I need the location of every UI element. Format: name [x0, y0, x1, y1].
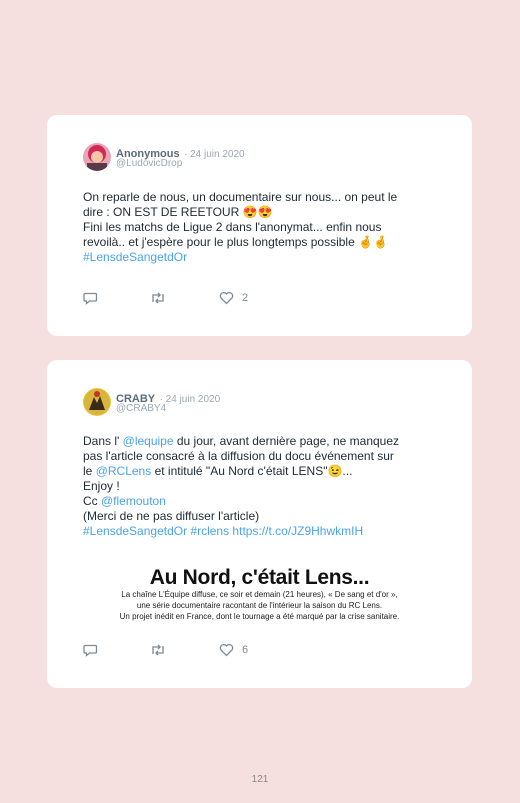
- avatar-image-icon: [83, 143, 111, 171]
- author-handle[interactable]: @LudovicDrop: [116, 158, 182, 169]
- hashtag-link[interactable]: #LensdeSangetdOr: [83, 250, 443, 265]
- reply-button[interactable]: [83, 291, 98, 305]
- tweet-text: Dans l' @lequipe du jour, avant dernière…: [83, 434, 443, 539]
- tweet-line: Dans l' @lequipe du jour, avant dernière…: [83, 434, 443, 449]
- tweet-text-segment: ...: [342, 464, 353, 478]
- tweet-date[interactable]: · 24 juin 2020: [160, 394, 221, 405]
- reply-icon: [83, 292, 98, 305]
- crossed-fingers-emoji-icon: 🤞🤞: [358, 235, 389, 249]
- tweet-line: Enjoy !: [83, 479, 120, 493]
- retweet-icon: [152, 292, 164, 304]
- tweet-text-segment: le: [83, 464, 96, 478]
- hashtags-and-url-link[interactable]: #LensdeSangetdOr #rclens https://t.co/JZ…: [83, 524, 443, 539]
- tweet-card: CRABY · 24 juin 2020 @CRABY4 Dans l' @le…: [47, 360, 472, 688]
- promo-line: une série documentaire racontant de l'in…: [136, 601, 383, 610]
- tweet-line: dire : ON EST DE REETOUR 😍😍: [83, 205, 443, 220]
- tweet-line: (Merci de ne pas diffuser l'article): [83, 509, 260, 523]
- tweet-actions: 6: [83, 643, 333, 661]
- promo-line: Un projet inédit en France, dont le tour…: [119, 612, 400, 621]
- tweet-line-text: dire : ON EST DE REETOUR: [83, 205, 240, 219]
- heart-icon: [219, 643, 234, 657]
- avatar[interactable]: [83, 143, 111, 171]
- page-number: 121: [251, 774, 269, 785]
- tweet-text-segment: du jour, avant dernière page, ne manquez: [173, 434, 400, 448]
- winking-emoji-icon: 😉: [327, 464, 343, 478]
- like-button[interactable]: 6: [219, 643, 248, 657]
- tweet-card: Anonymous · 24 juin 2020 @LudovicDrop On…: [47, 115, 472, 336]
- heart-eyes-emoji-icon: 😍😍: [242, 205, 273, 219]
- like-count: 6: [242, 644, 249, 656]
- retweet-button[interactable]: [150, 291, 166, 305]
- tweet-line-text: revoilà.. et j'espère pour le plus longt…: [83, 235, 355, 249]
- tweet-date[interactable]: · 24 juin 2020: [184, 149, 245, 160]
- tweet-line: pas l'article consacré à la diffusion du…: [83, 449, 394, 463]
- promo-title: Au Nord, c'était Lens...: [149, 566, 370, 589]
- tweet-line: revoilà.. et j'espère pour le plus longt…: [83, 235, 443, 250]
- mention-link[interactable]: @flemouton: [101, 494, 166, 508]
- reply-button[interactable]: [83, 643, 98, 657]
- retweet-button[interactable]: [150, 643, 166, 657]
- tweet-actions: 2: [83, 291, 333, 309]
- tweet-line: Cc @flemouton: [83, 494, 443, 509]
- tweet-line: le @RCLens et intitulé "Au Nord c'était …: [83, 464, 443, 479]
- mention-link[interactable]: @lequipe: [123, 434, 174, 448]
- promo-line: La chaîne L'Équipe diffuse, ce soir et d…: [121, 590, 398, 599]
- mention-link[interactable]: @RCLens: [96, 464, 152, 478]
- tweet-text-segment: Dans l': [83, 434, 123, 448]
- tweet-text-segment: Cc: [83, 494, 101, 508]
- like-count: 2: [242, 292, 249, 304]
- tweet-text: On reparle de nous, un documentaire sur …: [83, 190, 443, 265]
- author-handle[interactable]: @CRABY4: [116, 403, 166, 414]
- like-button[interactable]: 2: [219, 291, 248, 305]
- avatar-image-icon: [83, 388, 111, 416]
- tweet-text-segment: et intitulé "Au Nord c'était LENS": [151, 464, 328, 478]
- attached-image[interactable]: Au Nord, c'était Lens... La chaîne L'Équ…: [47, 567, 472, 622]
- retweet-icon: [152, 644, 164, 656]
- avatar[interactable]: [83, 388, 111, 416]
- tweet-line: Fini les matchs de Ligue 2 dans l'anonym…: [83, 220, 382, 234]
- reply-icon: [83, 644, 98, 657]
- heart-icon: [219, 291, 234, 305]
- tweet-line: On reparle de nous, un documentaire sur …: [83, 190, 398, 204]
